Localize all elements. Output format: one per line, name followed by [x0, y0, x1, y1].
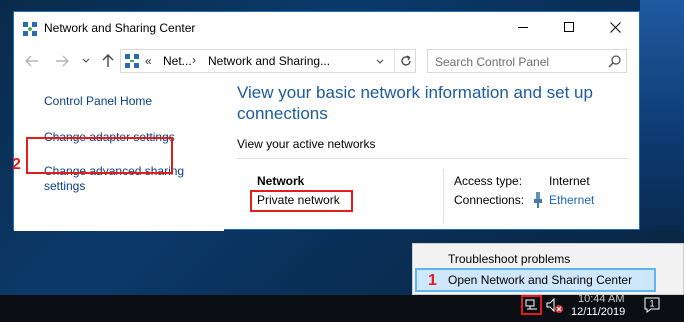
control-panel-home-link[interactable]: Control Panel Home — [44, 94, 152, 109]
minimize-button[interactable] — [500, 12, 546, 42]
open-network-sharing-item[interactable]: Open Network and Sharing Center — [448, 273, 632, 287]
network-tray-icon — [525, 299, 537, 310]
search-box[interactable]: Search Control Panel — [427, 49, 627, 73]
window-title: Network and Sharing Center — [44, 21, 196, 35]
address-bar[interactable]: « Net... › Network and Sharing... — [120, 49, 416, 73]
ethernet-link[interactable]: Ethernet — [549, 193, 594, 207]
forward-button[interactable] — [52, 51, 72, 71]
close-button[interactable] — [592, 12, 638, 42]
breadcrumb-separator[interactable]: › — [192, 53, 196, 67]
page-title: View your basic network information and … — [237, 83, 593, 123]
up-button[interactable] — [98, 51, 118, 71]
breadcrumb-network[interactable]: Net... — [163, 54, 192, 68]
refresh-button[interactable] — [394, 50, 416, 72]
chevron-down-icon — [82, 58, 90, 63]
volume-muted-icon[interactable] — [546, 298, 564, 314]
connections-label: Connections: — [454, 193, 525, 207]
clock-date[interactable]: 12/11/2019 — [571, 306, 625, 318]
search-placeholder[interactable]: Search Control Panel — [435, 55, 549, 69]
search-icon[interactable] — [608, 54, 622, 68]
clock-time[interactable]: 10:44 AM — [578, 293, 624, 305]
network-tray-button[interactable] — [521, 295, 542, 315]
back-arrow-icon — [25, 55, 38, 67]
step-1-label: 1 — [428, 272, 437, 289]
step-2-label: 2 — [12, 156, 21, 173]
back-button[interactable] — [22, 51, 42, 71]
access-type-value: Internet — [549, 174, 590, 188]
network-sharing-window: Network and Sharing Center « Net... › Ne… — [13, 11, 640, 231]
breadcrumb-overflow[interactable]: « — [145, 54, 152, 68]
maximize-button[interactable] — [546, 12, 592, 42]
notification-count: 1 — [649, 299, 654, 309]
section-divider — [237, 158, 629, 159]
maximize-icon — [564, 22, 574, 32]
desktop-background — [640, 0, 684, 230]
title-bar[interactable]: Network and Sharing Center — [14, 12, 639, 44]
active-networks-label: View your active networks — [237, 137, 376, 151]
control-panel-icon — [125, 54, 139, 68]
navigation-bar: « Net... › Network and Sharing... Search… — [14, 45, 639, 77]
chevron-down-icon — [376, 59, 384, 64]
network-type-highlight — [250, 190, 353, 212]
network-center-icon — [23, 22, 37, 36]
advanced-sharing-highlight — [26, 137, 173, 174]
forward-arrow-icon — [56, 55, 69, 67]
network-name: Network — [257, 174, 305, 188]
close-icon — [609, 21, 621, 33]
minimize-icon — [518, 26, 528, 28]
address-dropdown-button[interactable] — [373, 55, 387, 69]
notification-center-icon[interactable]: 1 — [643, 296, 661, 314]
ethernet-icon — [534, 192, 542, 208]
refresh-icon — [400, 55, 411, 66]
recent-locations-button[interactable] — [76, 51, 96, 71]
vertical-divider — [443, 169, 444, 223]
up-arrow-icon — [102, 54, 114, 67]
breadcrumb-network-sharing[interactable]: Network and Sharing... — [208, 54, 330, 68]
access-type-label: Access type: — [454, 174, 523, 188]
